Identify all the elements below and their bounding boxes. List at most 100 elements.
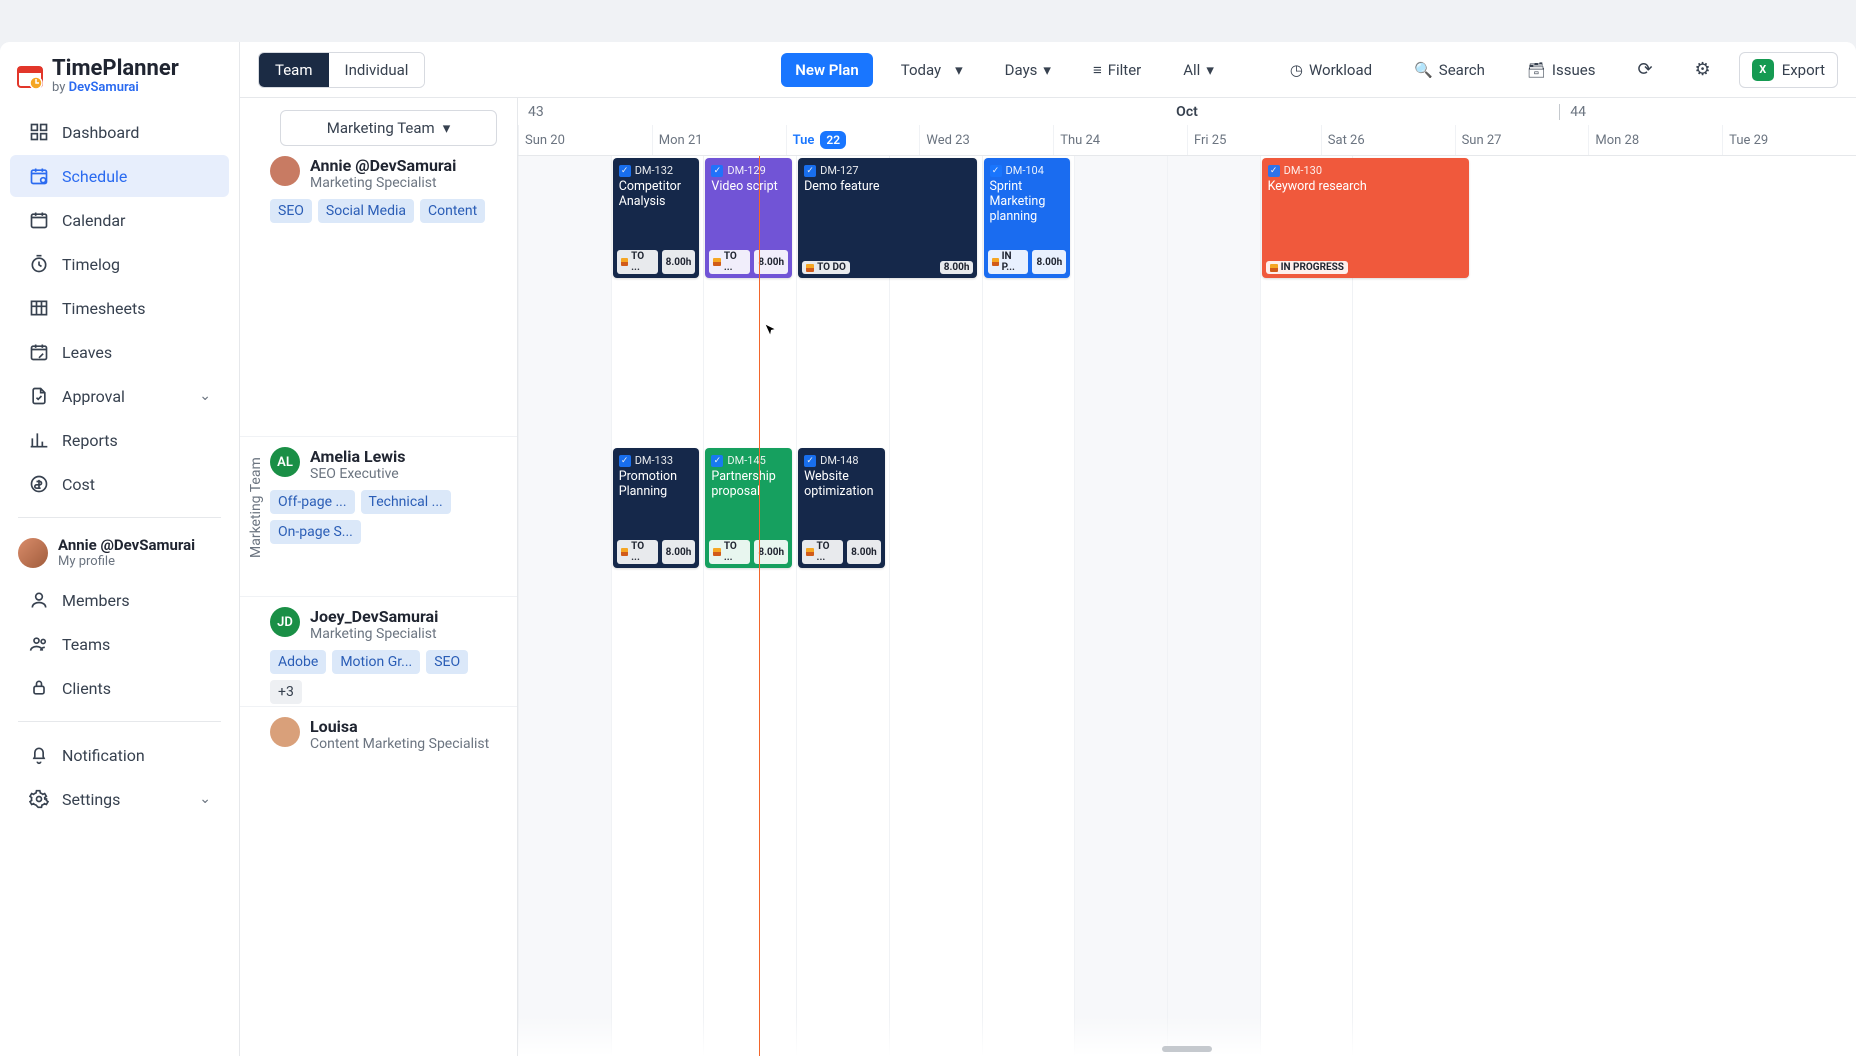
- checkbox-icon: ✓: [804, 165, 816, 177]
- day-header[interactable]: Mon 28: [1588, 125, 1722, 155]
- skill-tag[interactable]: On-page S...: [270, 520, 361, 544]
- approval-icon: [28, 385, 50, 407]
- task-id: ✓DM-148: [804, 454, 879, 467]
- excel-icon: X: [1752, 59, 1774, 81]
- timelog-icon: [28, 253, 50, 275]
- skill-tag[interactable]: Motion Gr...: [332, 650, 420, 674]
- skill-tag[interactable]: Technical ...: [361, 490, 451, 514]
- export-button[interactable]: X Export: [1739, 52, 1838, 88]
- day-header[interactable]: Thu 24: [1053, 125, 1187, 155]
- task-card[interactable]: ✓DM-104Sprint Marketing planningIN P...8…: [984, 158, 1071, 278]
- skill-tag[interactable]: Adobe: [270, 650, 326, 674]
- skill-tag[interactable]: Content: [420, 199, 485, 223]
- day-header[interactable]: Fri 25: [1187, 125, 1321, 155]
- hours-badge: 8.00h: [662, 250, 696, 274]
- team-selector[interactable]: Marketing Team▾: [280, 110, 497, 146]
- task-card[interactable]: ✓DM-127Demo featureTO DO8.00h: [798, 158, 977, 278]
- chevron-down-icon: ⌄: [199, 388, 211, 404]
- person-row[interactable]: Annie @DevSamuraiMarketing SpecialistSEO…: [240, 146, 517, 436]
- sidebar-item-settings[interactable]: Settings⌄: [10, 778, 229, 820]
- skill-more[interactable]: +3: [270, 680, 302, 704]
- reports-icon: [28, 429, 50, 451]
- sidebar-item-cost[interactable]: Cost: [10, 463, 229, 505]
- profile-sub: My profile: [58, 554, 195, 569]
- status-badge: IN PROGRESS: [1266, 261, 1348, 274]
- clients-icon: [28, 677, 50, 699]
- cost-icon: [28, 473, 50, 495]
- person-role: Marketing Specialist: [310, 175, 456, 191]
- person-name: Amelia Lewis: [310, 447, 406, 466]
- person-row[interactable]: JDJoey_DevSamuraiMarketing SpecialistAdo…: [240, 596, 517, 706]
- sidebar-item-reports[interactable]: Reports: [10, 419, 229, 461]
- checkbox-icon: ✓: [619, 455, 631, 467]
- clock-icon: ◷: [1290, 61, 1303, 79]
- sidebar-item-timelog[interactable]: Timelog: [10, 243, 229, 285]
- task-card[interactable]: ✓DM-132Competitor AnalysisTO ...8.00h: [613, 158, 700, 278]
- task-id: ✓DM-129: [711, 164, 786, 177]
- task-card[interactable]: ✓DM-130Keyword researchIN PROGRESS: [1262, 158, 1469, 278]
- status-badge: TO ...: [709, 250, 750, 274]
- sidebar-item-approval[interactable]: Approval⌄: [10, 375, 229, 417]
- status-badge: TO ...: [617, 250, 658, 274]
- checkbox-icon: ✓: [619, 165, 631, 177]
- timeline[interactable]: 43 Oct 44 Sun 20Mon 21Tue22Wed 23Thu 24F…: [518, 98, 1856, 1056]
- today-button[interactable]: Today▾: [887, 53, 977, 87]
- task-title: Demo feature: [804, 179, 971, 194]
- day-header[interactable]: Mon 21: [652, 125, 786, 155]
- sidebar-item-schedule[interactable]: Schedule: [10, 155, 229, 197]
- sidebar-item-clients[interactable]: Clients: [10, 667, 229, 709]
- vertical-team-label: Marketing Team: [248, 457, 264, 558]
- task-card[interactable]: ✓DM-148Website optimizationTO ...8.00h: [798, 448, 885, 568]
- skill-tag[interactable]: Off-page ...: [270, 490, 355, 514]
- day-header[interactable]: Sun 27: [1455, 125, 1589, 155]
- skill-tag[interactable]: SEO: [426, 650, 468, 674]
- workload-button[interactable]: ◷Workload: [1276, 53, 1386, 87]
- all-filter-button[interactable]: All▾: [1169, 53, 1228, 87]
- day-header[interactable]: Sat 26: [1321, 125, 1455, 155]
- task-card[interactable]: ✓DM-133Promotion PlanningTO ...8.00h: [613, 448, 700, 568]
- view-team-tab[interactable]: Team: [259, 53, 329, 87]
- chevron-down-icon: ▾: [1206, 61, 1214, 79]
- sidebar-item-members[interactable]: Members: [10, 579, 229, 621]
- search-button[interactable]: 🔍Search: [1400, 53, 1499, 87]
- day-header[interactable]: Tue22: [786, 125, 920, 155]
- day-header[interactable]: Tue 29: [1722, 125, 1856, 155]
- month-label: Oct: [1176, 104, 1198, 120]
- day-header[interactable]: Sun 20: [518, 125, 652, 155]
- sidebar-item-timesheets[interactable]: Timesheets: [10, 287, 229, 329]
- task-card[interactable]: ✓DM-129Video scriptTO ...8.00h: [705, 158, 792, 278]
- sidebar-item-leaves[interactable]: Leaves: [10, 331, 229, 373]
- timesheets-icon: [28, 297, 50, 319]
- view-individual-tab[interactable]: Individual: [329, 53, 425, 87]
- sidebar-item-teams[interactable]: Teams: [10, 623, 229, 665]
- skill-tag[interactable]: Social Media: [318, 199, 414, 223]
- task-id: ✓DM-104: [990, 164, 1065, 177]
- sidebar-item-dashboard[interactable]: Dashboard: [10, 111, 229, 153]
- sidebar-item-calendar[interactable]: Calendar: [10, 199, 229, 241]
- day-header[interactable]: Wed 23: [919, 125, 1053, 155]
- sidebar-item-notification[interactable]: Notification: [10, 734, 229, 776]
- person-row[interactable]: LouisaContent Marketing Specialist: [240, 706, 517, 796]
- week-right: 44: [1559, 104, 1586, 120]
- filter-icon: ≡: [1093, 61, 1102, 79]
- members-icon: [28, 589, 50, 611]
- today-indicator: [759, 156, 760, 1056]
- hours-badge: 8.00h: [847, 540, 881, 564]
- issues-button[interactable]: 🗃Issues: [1513, 53, 1610, 87]
- task-card[interactable]: ✓DM-145Partnership proposalTO ...8.00h: [705, 448, 792, 568]
- people-column: Marketing Team▾ Marketing Team Annie @De…: [240, 98, 518, 1056]
- horizontal-splitter[interactable]: [1162, 1046, 1212, 1052]
- new-plan-button[interactable]: New Plan: [781, 53, 872, 87]
- person-row[interactable]: ALAmelia LewisSEO ExecutiveOff-page ...T…: [240, 436, 517, 596]
- skill-tag[interactable]: SEO: [270, 199, 312, 223]
- hours-badge: 8.00h: [1032, 250, 1066, 274]
- granularity-button[interactable]: Days▾: [991, 53, 1065, 87]
- settings-sliders-button[interactable]: ⚙: [1681, 51, 1725, 88]
- checkbox-icon: ✓: [711, 455, 723, 467]
- brand-tagline: by DevSamurai: [52, 80, 179, 95]
- avatar: JD: [270, 607, 300, 637]
- sync-button[interactable]: ⟳: [1623, 51, 1666, 88]
- filter-button[interactable]: ≡Filter: [1079, 53, 1155, 87]
- my-profile[interactable]: Annie @DevSamurai My profile: [0, 528, 239, 577]
- mouse-cursor: [764, 322, 778, 336]
